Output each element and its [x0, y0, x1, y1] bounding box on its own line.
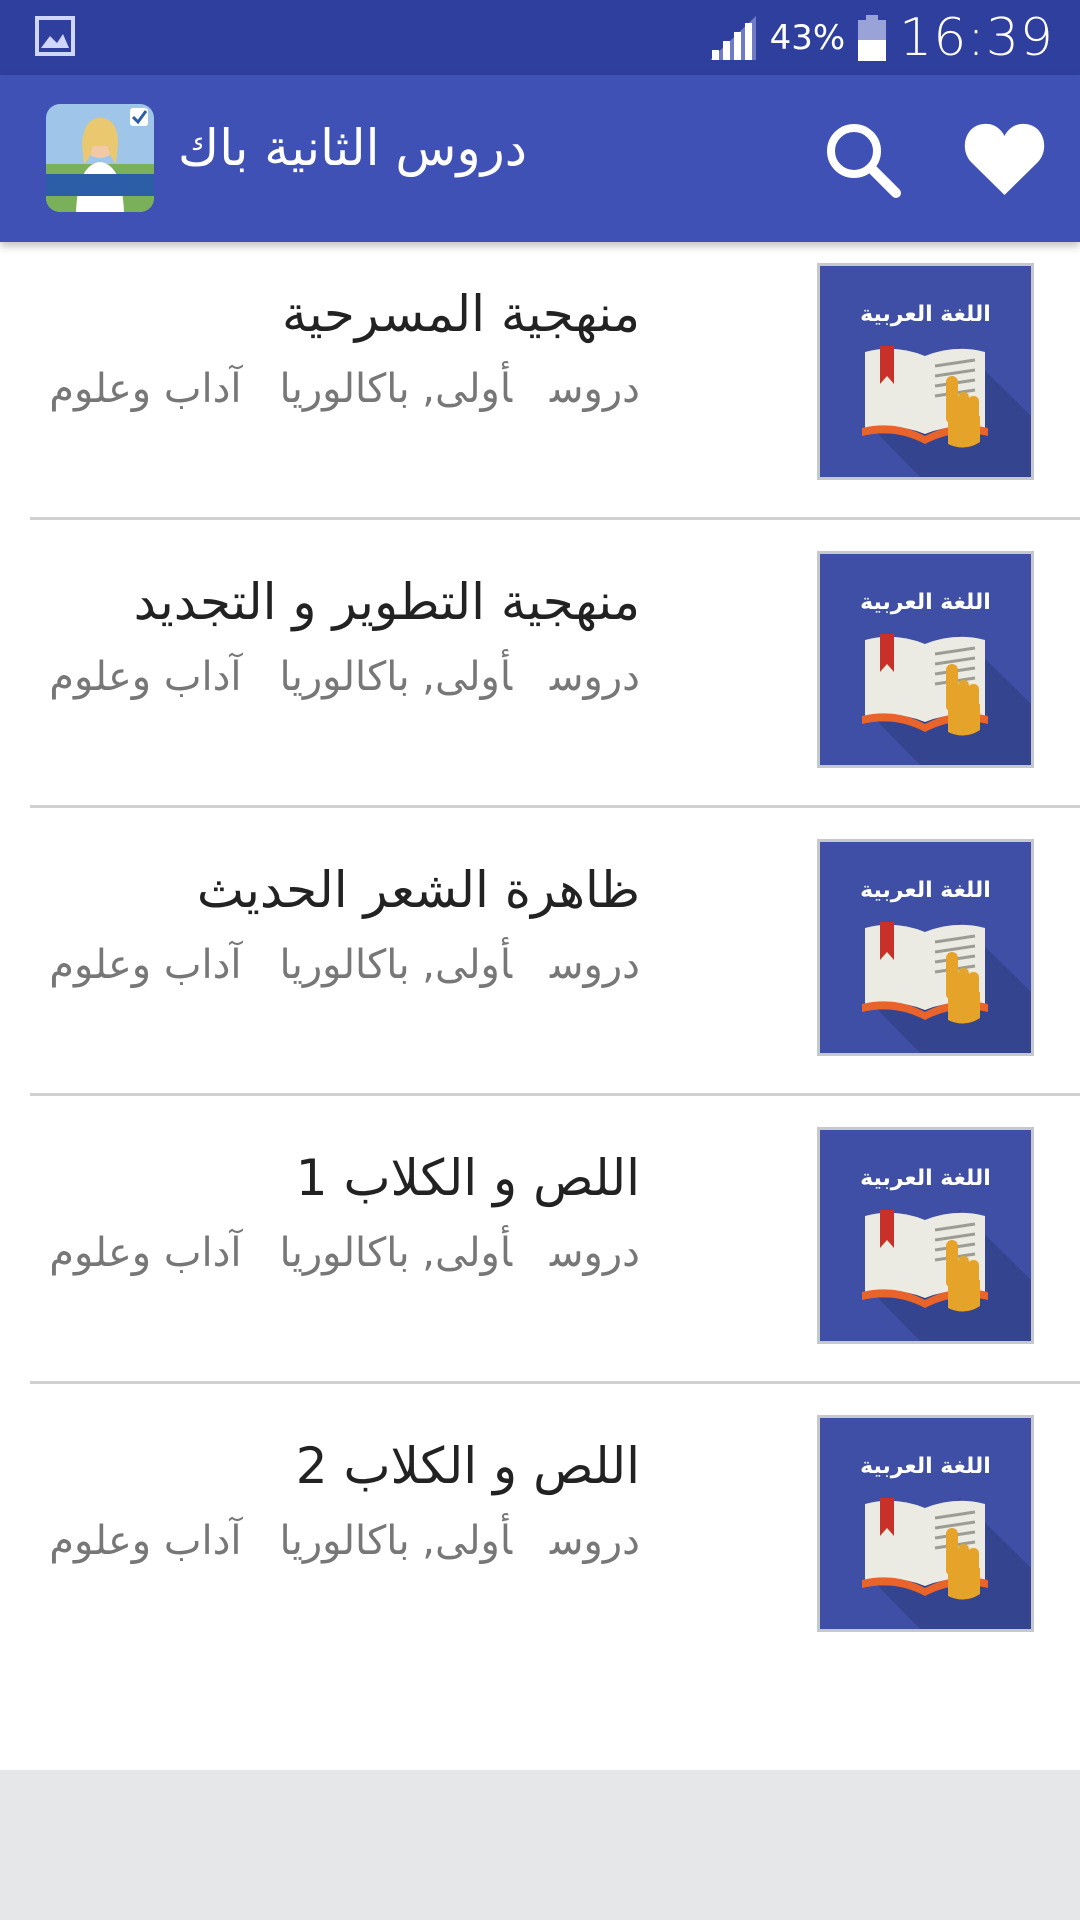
- tag-stream: آداب وعلوم: [49, 1230, 242, 1276]
- item-title: منهجية المسرحية: [281, 285, 640, 343]
- gallery-notification-icon: [35, 16, 75, 56]
- item-thumbnail: اللغة العربية: [817, 1127, 1034, 1344]
- app-title: دروس الثانية باك: [178, 119, 527, 177]
- open-book-icon: [862, 634, 1031, 765]
- tag-lessons: دروس: [550, 1230, 640, 1276]
- item-thumbnail: اللغة العربية: [817, 1415, 1034, 1632]
- divider: [30, 1381, 1080, 1384]
- heart-icon[interactable]: [962, 119, 1047, 199]
- tag-stream: آداب وعلوم: [49, 654, 242, 700]
- item-title: اللص و الكلاب 2: [295, 1437, 640, 1495]
- tag-lessons: دروس: [550, 942, 640, 988]
- list-item[interactable]: اللغة العربية اللص و الكلاب 1 دروس أولى, …: [0, 1097, 1080, 1385]
- item-thumbnail: اللغة العربية: [817, 551, 1034, 768]
- tag-level: أولى, باكالوريا: [279, 1230, 513, 1276]
- list-item[interactable]: اللغة العربية منهجية التطوير و التجديد د…: [0, 521, 1080, 809]
- item-tags: دروس أولى, باكالوريا آداب وعلوم: [49, 654, 640, 700]
- status-bar: 43% 16:39: [0, 0, 1080, 75]
- list-item[interactable]: اللغة العربية منهجية المسرحية دروس أولى, …: [0, 233, 1080, 521]
- tag-stream: آداب وعلوم: [49, 366, 242, 412]
- item-thumbnail: اللغة العربية: [817, 263, 1034, 480]
- item-tags: دروس أولى, باكالوريا آداب وعلوم: [49, 1230, 640, 1276]
- app-logo[interactable]: [46, 104, 154, 212]
- open-book-icon: [862, 346, 1031, 477]
- item-tags: دروس أولى, باكالوريا آداب وعلوم: [49, 1518, 640, 1564]
- open-book-icon: [862, 1498, 1031, 1629]
- tag-lessons: دروس: [550, 1518, 640, 1564]
- tag-stream: آداب وعلوم: [49, 942, 242, 988]
- item-tags: دروس أولى, باكالوريا آداب وعلوم: [49, 942, 640, 988]
- open-book-icon: [862, 922, 1031, 1053]
- tag-level: أولى, باكالوريا: [279, 942, 513, 988]
- tag-lessons: دروس: [550, 366, 640, 412]
- status-icons: 43% 16:39: [708, 6, 1054, 70]
- divider: [30, 1093, 1080, 1096]
- item-tags: دروس أولى, باكالوريا آداب وعلوم: [49, 366, 640, 412]
- divider: [30, 517, 1080, 520]
- clock: 16:39: [899, 8, 1054, 68]
- tag-lessons: دروس: [550, 654, 640, 700]
- divider: [30, 805, 1080, 808]
- tag-level: أولى, باكالوريا: [279, 654, 513, 700]
- search-icon[interactable]: [822, 119, 902, 199]
- item-title: اللص و الكلاب 1: [295, 1149, 640, 1207]
- list-item[interactable]: اللغة العربية اللص و الكلاب 2 دروس أولى, …: [0, 1385, 1080, 1673]
- signal-icon: [709, 16, 756, 60]
- item-title: منهجية التطوير و التجديد: [133, 573, 640, 631]
- tag-level: أولى, باكالوريا: [279, 366, 513, 412]
- tag-stream: آداب وعلوم: [49, 1518, 242, 1564]
- lessons-list[interactable]: اللغة العربية منهجية المسرحية دروس أولى, …: [0, 75, 1080, 1770]
- item-title: ظاهرة الشعر الحديث: [196, 861, 640, 919]
- app-bar: دروس الثانية باك: [0, 75, 1080, 242]
- list-item[interactable]: اللغة العربية ظاهرة الشعر الحديث دروس أول…: [0, 809, 1080, 1097]
- open-book-icon: [862, 1210, 1031, 1341]
- item-thumbnail: اللغة العربية: [817, 839, 1034, 1056]
- battery-percent: 43%: [769, 18, 846, 58]
- battery-icon: [858, 15, 887, 61]
- tag-level: أولى, باكالوريا: [279, 1518, 513, 1564]
